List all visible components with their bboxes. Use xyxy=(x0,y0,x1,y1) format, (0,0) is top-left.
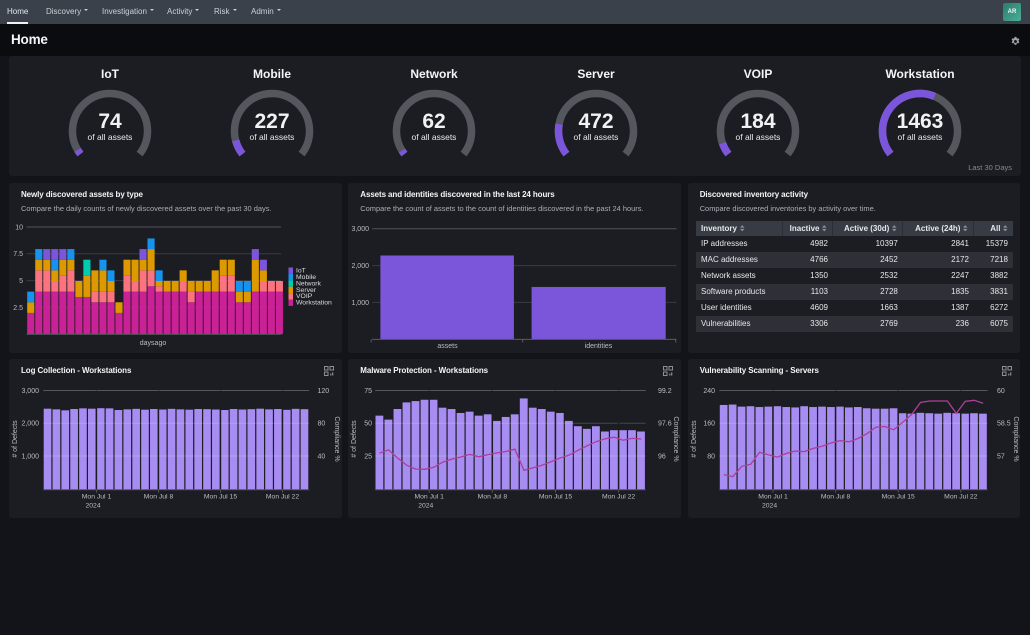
svg-text:25: 25 xyxy=(365,453,373,460)
svg-text:2024: 2024 xyxy=(418,502,433,509)
svg-text:# of Defects: # of Defects xyxy=(12,419,19,457)
svg-text:Compliance %: Compliance % xyxy=(333,416,340,461)
svg-text:Compliance %: Compliance % xyxy=(672,416,679,461)
svg-text:# of Defects: # of Defects xyxy=(691,419,698,457)
svg-text:2024: 2024 xyxy=(86,502,101,509)
svg-text:7.5: 7.5 xyxy=(13,251,23,258)
svg-text:1,000: 1,000 xyxy=(352,300,370,307)
svg-text:3,000: 3,000 xyxy=(352,226,370,233)
svg-text:1,000: 1,000 xyxy=(21,453,39,460)
svg-text:160: 160 xyxy=(703,420,715,427)
svg-text:2,000: 2,000 xyxy=(21,420,39,427)
svg-text:Mon Jul 8: Mon Jul 8 xyxy=(821,493,851,500)
svg-text:96: 96 xyxy=(658,453,666,460)
svg-text:80: 80 xyxy=(707,453,715,460)
svg-text:Mon Jul 1: Mon Jul 1 xyxy=(758,493,788,500)
svg-text:58.5: 58.5 xyxy=(997,420,1011,427)
svg-text:2,000: 2,000 xyxy=(352,263,370,270)
svg-text:Mon Jul 15: Mon Jul 15 xyxy=(539,493,572,500)
svg-text:240: 240 xyxy=(703,387,715,394)
svg-text:Mon Jul 8: Mon Jul 8 xyxy=(144,493,174,500)
svg-text:40: 40 xyxy=(318,453,326,460)
svg-text:2024: 2024 xyxy=(762,502,777,509)
svg-text:50: 50 xyxy=(365,420,373,427)
svg-text:Mon Jul 15: Mon Jul 15 xyxy=(881,493,914,500)
svg-text:57: 57 xyxy=(997,453,1005,460)
svg-text:97.6: 97.6 xyxy=(658,420,672,427)
svg-text:75: 75 xyxy=(365,387,373,394)
svg-text:assets: assets xyxy=(438,343,459,350)
svg-text:Mon Jul 1: Mon Jul 1 xyxy=(415,493,445,500)
svg-text:Mon Jul 8: Mon Jul 8 xyxy=(478,493,508,500)
svg-text:Mon Jul 1: Mon Jul 1 xyxy=(82,493,112,500)
svg-text:Mon Jul 22: Mon Jul 22 xyxy=(602,493,635,500)
svg-text:identities: identities xyxy=(585,343,613,350)
svg-text:80: 80 xyxy=(318,420,326,427)
svg-text:2.5: 2.5 xyxy=(13,305,23,312)
svg-text:Mon Jul 22: Mon Jul 22 xyxy=(266,493,299,500)
svg-text:# of Defects: # of Defects xyxy=(351,419,358,457)
svg-text:5: 5 xyxy=(19,278,23,285)
svg-text:Mon Jul 22: Mon Jul 22 xyxy=(944,493,977,500)
svg-text:Compliance %: Compliance % xyxy=(1012,416,1019,461)
svg-text:60: 60 xyxy=(997,387,1005,394)
svg-text:10: 10 xyxy=(15,224,23,231)
svg-text:Mon Jul 15: Mon Jul 15 xyxy=(204,493,237,500)
svg-text:Workstation: Workstation xyxy=(296,300,332,307)
svg-text:3,000: 3,000 xyxy=(21,387,39,394)
svg-text:120: 120 xyxy=(318,387,330,394)
svg-text:daysago: daysago xyxy=(140,340,167,347)
svg-text:99.2: 99.2 xyxy=(658,387,672,394)
